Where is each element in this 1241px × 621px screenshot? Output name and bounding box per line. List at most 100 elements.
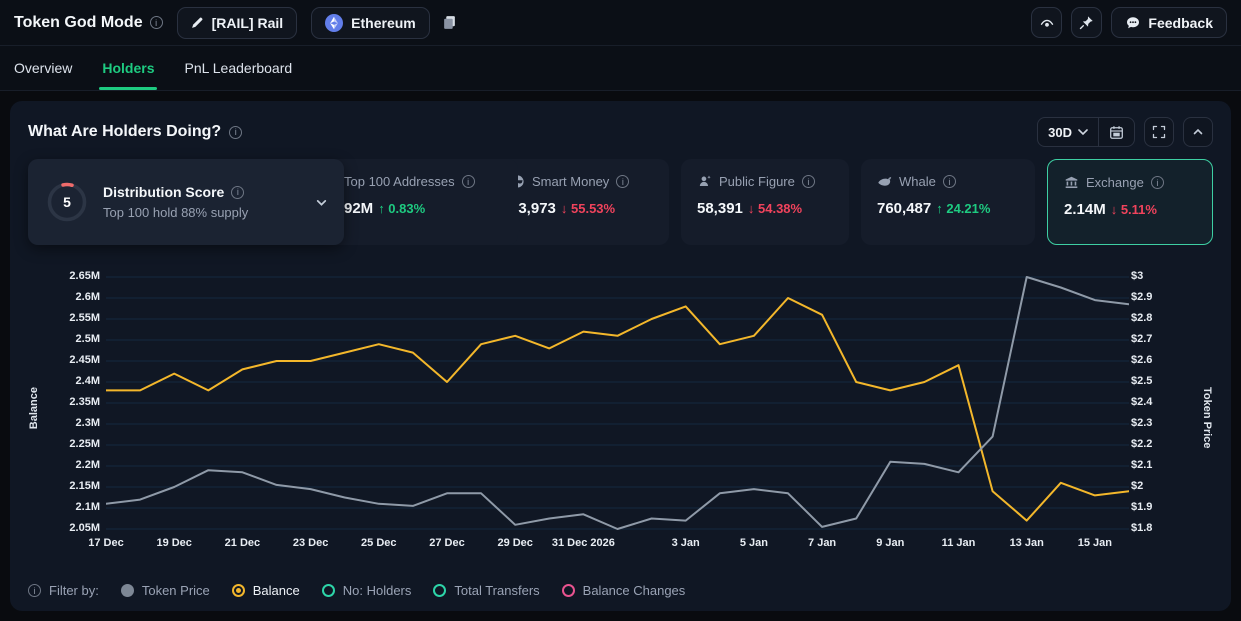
filter-total-transfers[interactable]: Total Transfers <box>433 583 539 598</box>
app-title-text: Token God Mode <box>14 14 143 32</box>
fullscreen-button[interactable] <box>1144 117 1174 147</box>
axis-tick: 2.65M <box>69 270 100 282</box>
balance-radio-icon <box>232 584 245 597</box>
axis-tick: 2.3M <box>76 417 100 429</box>
tab-overview[interactable]: Overview <box>14 46 72 90</box>
chevron-up-icon <box>1192 126 1204 138</box>
x-axis-tick: 17 Dec <box>88 537 123 549</box>
caret-down-icon <box>1078 129 1088 136</box>
chart-plot-area[interactable] <box>106 269 1129 531</box>
info-icon[interactable] <box>150 16 163 29</box>
axis-tick: $2.4 <box>1131 396 1152 408</box>
info-icon[interactable] <box>231 186 244 199</box>
info-icon[interactable] <box>802 175 815 188</box>
chart-svg <box>106 269 1129 531</box>
no-holders-ring-icon <box>322 584 335 597</box>
public-figure-icon <box>697 174 712 189</box>
pin-icon <box>1079 15 1094 30</box>
y-axis-ticks-left: 2.65M2.6M2.55M2.5M2.45M2.4M2.35M2.3M2.25… <box>40 269 100 531</box>
exchange-bank-icon <box>1064 175 1079 190</box>
feedback-button[interactable]: Feedback <box>1111 7 1227 38</box>
card-public-figure[interactable]: Public Figure 58,391↓ 54.38% <box>681 159 849 245</box>
chevron-down-icon[interactable] <box>315 196 328 209</box>
info-icon[interactable] <box>28 584 41 597</box>
balance-changes-ring-icon <box>562 584 575 597</box>
pencil-icon <box>191 16 204 29</box>
axis-tick: $2.7 <box>1131 333 1152 345</box>
collapse-button[interactable] <box>1183 117 1213 147</box>
card-change: ↓ 5.11% <box>1111 202 1157 217</box>
app-title: Token God Mode <box>14 14 163 32</box>
card-value: 760,487 <box>877 200 931 217</box>
filter-balance-changes[interactable]: Balance Changes <box>562 583 686 598</box>
network-selector-button[interactable]: Ethereum <box>311 7 430 39</box>
holder-stat-cards: Top 100 Addresses 92M↑ 0.83% 5 Distribut… <box>28 159 1213 245</box>
x-axis-tick: 5 Jan <box>740 537 768 549</box>
panel-header: What Are Holders Doing? 30D <box>28 117 1213 147</box>
info-icon[interactable] <box>1151 176 1164 189</box>
x-axis-tick: 23 Dec <box>293 537 328 549</box>
y-axis-ticks-right: $3$2.9$2.8$2.7$2.6$2.5$2.4$2.3$2.2$2.1$2… <box>1131 269 1187 531</box>
axis-tick: 2.4M <box>76 375 100 387</box>
card-distribution-score[interactable]: 5 Distribution Score Top 100 hold 88% su… <box>28 159 344 245</box>
axis-tick: 2.2M <box>76 459 100 471</box>
watchlist-button[interactable] <box>1031 7 1062 38</box>
calendar-button[interactable] <box>1099 125 1134 140</box>
info-icon[interactable] <box>616 175 629 188</box>
axis-tick: 2.6M <box>76 291 100 303</box>
ethereum-icon <box>325 14 343 32</box>
x-axis-tick: 29 Dec <box>497 537 532 549</box>
tab-holders[interactable]: Holders <box>102 46 154 90</box>
axis-tick: 2.55M <box>69 312 100 324</box>
card-value: 92M <box>344 200 373 217</box>
eye-icon <box>1039 15 1055 31</box>
tab-pnl-leaderboard[interactable]: PnL Leaderboard <box>184 46 292 90</box>
y-axis-title-token-price: Token Price <box>1201 387 1213 449</box>
filter-balance[interactable]: Balance <box>232 583 300 598</box>
filter-no-holders[interactable]: No: Holders <box>322 583 412 598</box>
card-whale[interactable]: Whale 760,487↑ 24.21% <box>861 159 1035 245</box>
info-icon[interactable] <box>943 175 956 188</box>
card-title: Top 100 Addresses <box>344 174 502 189</box>
token-selector-button[interactable]: [RAIL] Rail <box>177 7 298 39</box>
feedback-label: Feedback <box>1148 15 1213 31</box>
axis-tick: 2.15M <box>69 480 100 492</box>
filter-token-price[interactable]: Token Price <box>121 583 210 598</box>
time-range-value: 30D <box>1048 125 1072 140</box>
axis-tick: 2.5M <box>76 333 100 345</box>
expand-icon <box>1152 125 1166 139</box>
axis-tick: $3 <box>1131 270 1143 282</box>
whale-icon <box>877 174 892 189</box>
axis-tick: $2.2 <box>1131 438 1152 450</box>
axis-tick: $1.8 <box>1131 522 1152 534</box>
pin-button[interactable] <box>1071 7 1102 38</box>
distribution-score-gauge: 5 <box>44 179 90 225</box>
axis-tick: $2.5 <box>1131 375 1152 387</box>
card-smart-money[interactable]: Smart Money 93,973↓ 55.53% <box>494 159 669 245</box>
card-exchange-selected[interactable]: Exchange 2.14M↓ 5.11% <box>1047 159 1213 245</box>
x-axis-tick: 21 Dec <box>225 537 260 549</box>
holders-chart: Balance 2.65M2.6M2.55M2.5M2.45M2.4M2.35M… <box>28 269 1213 557</box>
x-axis-tick: 13 Jan <box>1010 537 1044 549</box>
card-top100-addresses[interactable]: Top 100 Addresses 92M↑ 0.83% <box>328 159 518 245</box>
panel-controls: 30D <box>1037 117 1213 147</box>
x-axis-tick: 31 Dec 2026 <box>552 537 615 549</box>
filter-by-label: Filter by: <box>28 583 99 598</box>
copy-icon[interactable] <box>442 15 457 30</box>
x-axis-tick: 25 Dec <box>361 537 396 549</box>
distribution-score-text: Distribution Score Top 100 hold 88% supp… <box>103 184 248 220</box>
total-transfers-ring-icon <box>433 584 446 597</box>
token-price-dot-icon <box>121 584 134 597</box>
info-icon[interactable] <box>462 175 475 188</box>
axis-tick: $2.1 <box>1131 459 1152 471</box>
axis-tick: 2.25M <box>69 438 100 450</box>
time-range-dropdown[interactable]: 30D <box>1038 125 1098 140</box>
axis-tick: $2 <box>1131 480 1143 492</box>
filter-legend: Filter by: Token Price Balance No: Holde… <box>28 583 1213 598</box>
axis-tick: 2.35M <box>69 396 100 408</box>
panel-title: What Are Holders Doing? <box>28 123 242 141</box>
x-axis-tick: 7 Jan <box>808 537 836 549</box>
info-icon[interactable] <box>229 126 242 139</box>
token-selector-label: [RAIL] Rail <box>212 15 284 31</box>
network-selector-label: Ethereum <box>351 15 416 31</box>
